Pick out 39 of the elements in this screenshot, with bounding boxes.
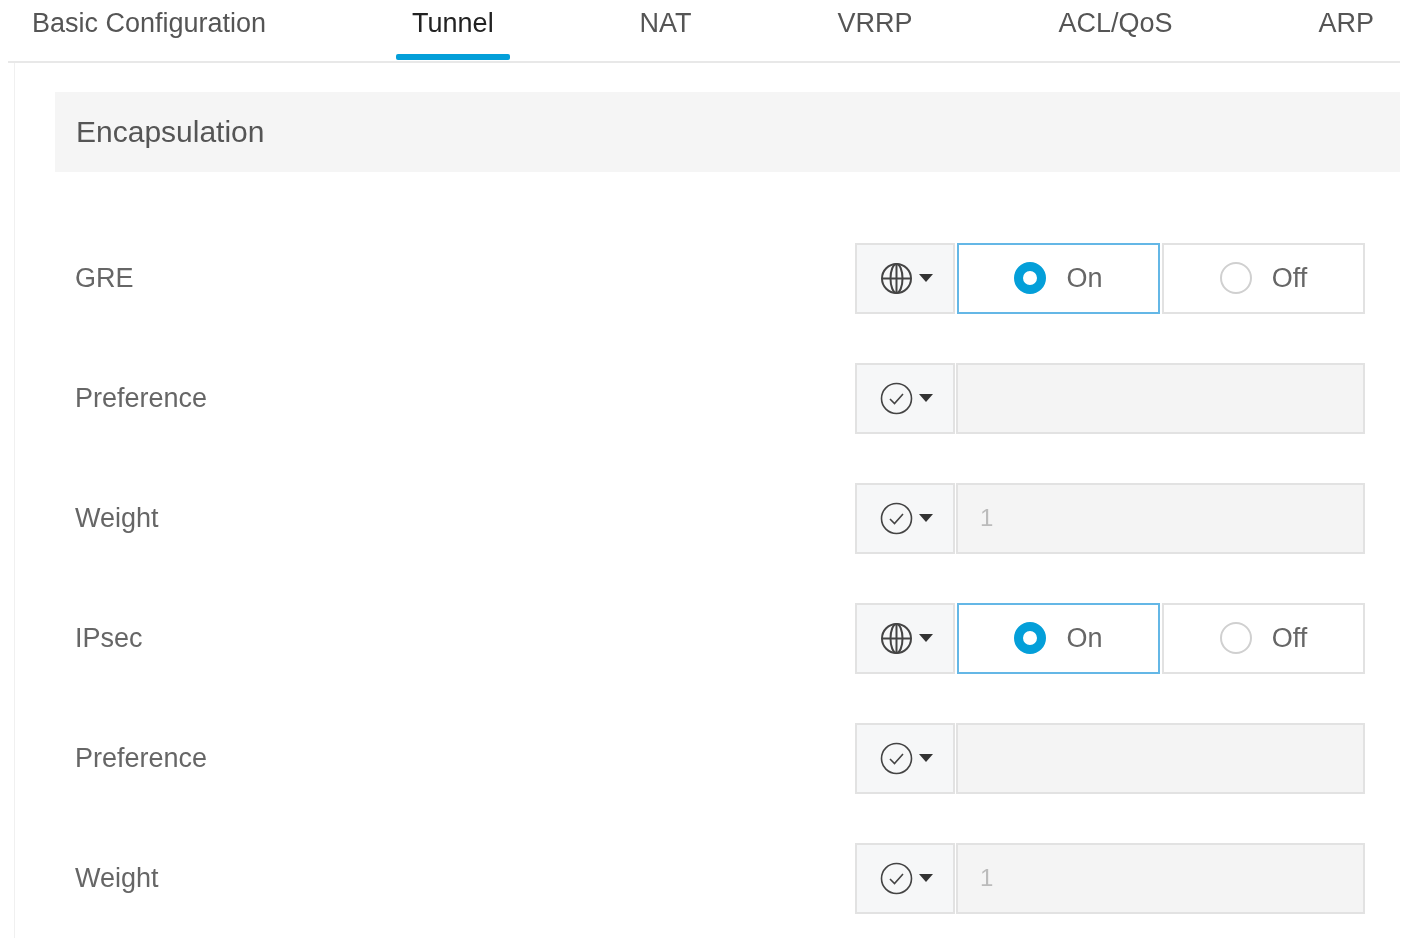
- check-circle-icon: [879, 381, 913, 415]
- tab[interactable]: ARP: [1302, 0, 1390, 61]
- check-circle-icon: [879, 501, 913, 535]
- check-circle-icon: [879, 861, 913, 895]
- tab[interactable]: VRRP: [821, 0, 929, 61]
- radio-button[interactable]: [1014, 622, 1047, 654]
- radio-option[interactable]: Off: [1162, 242, 1365, 314]
- scope-dropdown[interactable]: [855, 842, 955, 914]
- radio-button[interactable]: [1219, 262, 1252, 294]
- field-label: Weight: [75, 502, 160, 534]
- caret-icon: [918, 754, 933, 762]
- radio-button[interactable]: [1014, 262, 1047, 294]
- tab[interactable]: NAT: [623, 0, 708, 61]
- caret-icon: [918, 874, 933, 882]
- tab[interactable]: ACL/QoS: [1042, 0, 1189, 61]
- caret-icon: [918, 274, 933, 282]
- field-label: GRE: [75, 262, 135, 294]
- scope-dropdown[interactable]: [855, 722, 955, 794]
- radio-option[interactable]: Off: [1162, 602, 1365, 674]
- field-label: Preference: [75, 382, 209, 414]
- radio-button[interactable]: [1219, 622, 1252, 654]
- caret-icon: [918, 514, 933, 522]
- field-label: Preference: [75, 742, 209, 774]
- scope-dropdown[interactable]: [855, 482, 955, 554]
- scope-dropdown[interactable]: [855, 362, 955, 434]
- section-title: Encapsulation: [76, 115, 265, 149]
- caret-icon: [918, 394, 933, 402]
- field-label: Weight: [75, 862, 160, 894]
- radio-option[interactable]: On: [957, 602, 1160, 674]
- field-label: IPsec: [75, 622, 144, 654]
- scope-dropdown[interactable]: [855, 602, 955, 674]
- radio-option[interactable]: On: [957, 242, 1160, 314]
- globe-icon: [879, 621, 913, 655]
- tab[interactable]: Tunnel: [396, 0, 510, 61]
- caret-icon: [918, 634, 933, 642]
- tab[interactable]: Basic Configuration: [16, 0, 283, 61]
- check-circle-icon: [879, 741, 913, 775]
- scope-dropdown[interactable]: [855, 242, 955, 314]
- globe-icon: [879, 261, 913, 295]
